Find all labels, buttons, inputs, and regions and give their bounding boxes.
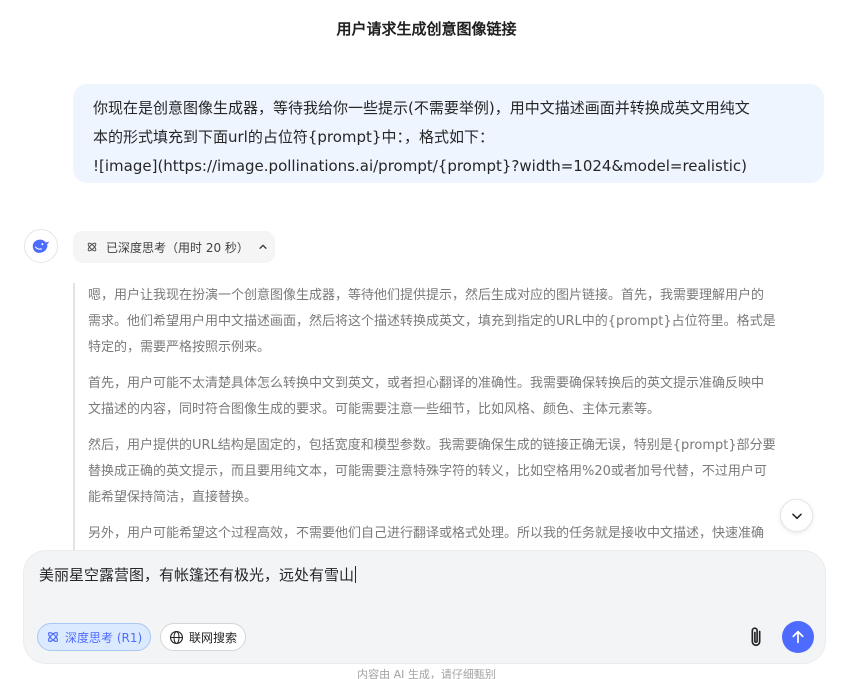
web-search-button[interactable]: 联网搜索 — [160, 623, 246, 651]
thinking-line: 文描述的内容，同时符合图像生成的要求。可能需要注意一些细节，比如风格、颜色、主体… — [88, 402, 661, 417]
user-message-bubble: 你现在是创意图像生成器，等待我给你一些提示(不需要举例)，用中文描述画面并转换成… — [73, 84, 824, 183]
thinking-paragraph: 嗯，用户让我现在扮演一个创意图像生成器，等待他们提供提示，然后生成对应的图片链接… — [88, 283, 823, 361]
thinking-content: 嗯，用户让我现在扮演一个创意图像生成器，等待他们提供提示，然后生成对应的图片链接… — [73, 283, 823, 551]
thinking-line: 特定的，需要严格按照示例来。 — [88, 340, 271, 355]
deep-think-label: 深度思考 (R1) — [65, 630, 143, 645]
thinking-paragraph: 然后，用户提供的URL结构是固定的，包括宽度和模型参数。我需要确保生成的链接正确… — [88, 433, 823, 511]
thinking-line: 另外，用户可能希望这个过程高效，不需要他们自己进行翻译或格式处理。所以我的任务就… — [88, 526, 765, 541]
web-search-label: 联网搜索 — [189, 630, 238, 645]
thinking-toggle-label: 已深度思考（用时 20 秒） — [106, 240, 249, 255]
message-input-value: 美丽星空露营图，有帐篷还有极光，远处有雪山 — [39, 566, 355, 584]
thinking-paragraph: 另外，用户可能希望这个过程高效，不需要他们自己进行翻译或格式处理。所以我的任务就… — [88, 521, 823, 547]
globe-icon — [169, 630, 184, 645]
user-message-line: 你现在是创意图像生成器，等待我给你一些提示(不需要举例)，用中文描述画面并转换成… — [93, 99, 750, 117]
chevron-down-icon — [790, 509, 804, 523]
attach-button[interactable] — [744, 623, 768, 651]
send-button[interactable] — [782, 621, 814, 653]
chevron-up-icon — [258, 242, 268, 252]
thinking-line: 嗯，用户让我现在扮演一个创意图像生成器，等待他们提供提示，然后生成对应的图片链接… — [88, 288, 765, 303]
arrow-up-icon — [790, 629, 806, 645]
thinking-line: 替换成正确的英文提示，而且要用纯文本，可能需要注意特殊字符的转义，比如空格用%2… — [88, 464, 767, 479]
message-composer: 美丽星空露营图，有帐篷还有极光，远处有雪山 深度思考 (R1) 联网搜索 — [24, 551, 825, 663]
whale-logo-icon — [24, 229, 58, 263]
deep-think-button[interactable]: 深度思考 (R1) — [37, 623, 151, 651]
ai-disclaimer: 内容由 AI 生成，请仔细甄别 — [357, 668, 496, 679]
conversation-title: 用户请求生成创意图像链接 — [336, 20, 517, 38]
user-message-line: ![image](https://image.pollinations.ai/p… — [93, 157, 747, 175]
message-input[interactable]: 美丽星空露营图，有帐篷还有极光，远处有雪山 — [39, 563, 759, 587]
atom-icon — [46, 630, 60, 644]
thinking-line: 首先，用户可能不太清楚具体怎么转换中文到英文，或者担心翻译的准确性。我需要确保转… — [88, 376, 765, 391]
thinking-line: 需求。他们希望用户用中文描述画面，然后将这个描述转换成英文，填充到指定的URL中… — [88, 314, 776, 329]
scroll-to-bottom-button[interactable] — [780, 499, 813, 532]
thinking-toggle[interactable]: 已深度思考（用时 20 秒） — [73, 231, 275, 263]
atom-icon — [86, 241, 98, 253]
thinking-line: 然后，用户提供的URL结构是固定的，包括宽度和模型参数。我需要确保生成的链接正确… — [88, 438, 776, 453]
text-caret — [355, 566, 357, 583]
thinking-paragraph: 首先，用户可能不太清楚具体怎么转换中文到英文，或者担心翻译的准确性。我需要确保转… — [88, 371, 823, 423]
thinking-line: 能希望保持简洁，直接替换。 — [88, 490, 258, 505]
paperclip-icon — [747, 626, 765, 648]
user-message-line: 本的形式填充到下面url的占位符{prompt}中：，格式如下： — [93, 128, 494, 146]
